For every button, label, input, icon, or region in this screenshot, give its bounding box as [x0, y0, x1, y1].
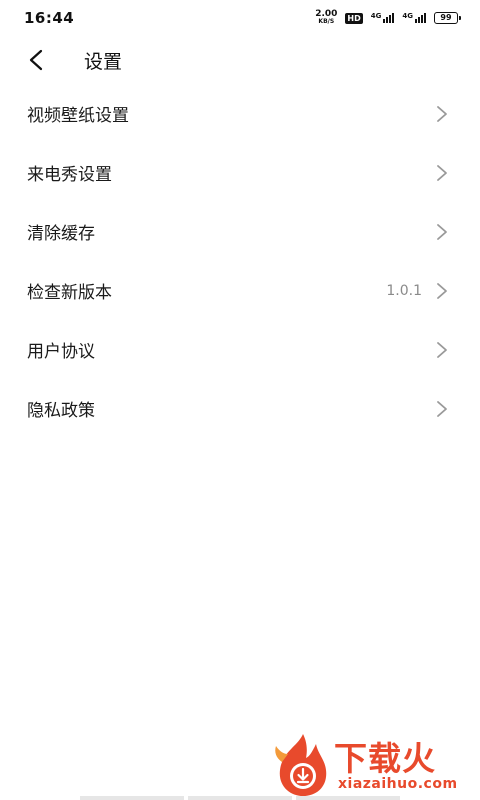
header: 设置: [0, 36, 480, 84]
sim1-network-type: 4G: [370, 12, 382, 20]
watermark-logo: 下载火 xiazaihuo.com: [272, 732, 472, 798]
setting-video-wallpaper[interactable]: 视频壁纸设置: [0, 84, 480, 143]
settings-screen: 16:44 2.00 KB/S HD 4G 4G 99 设置 视频壁纸设置 来电…: [0, 0, 480, 800]
watermark-domain: xiazaihuo.com: [338, 776, 458, 792]
version-number: 1.0.1: [386, 282, 422, 299]
status-bar: 16:44 2.00 KB/S HD 4G 4G 99: [0, 0, 480, 36]
settings-list: 视频壁纸设置 来电秀设置 清除缓存 检查新版本 1.0.1 用户协议 隐私政策: [0, 84, 480, 438]
battery-level: 99: [440, 13, 452, 22]
chevron-right-icon: [437, 282, 447, 299]
status-time: 16:44: [24, 9, 75, 27]
back-button[interactable]: [28, 36, 76, 84]
battery-icon: 99: [434, 12, 461, 24]
setting-user-agreement[interactable]: 用户协议: [0, 320, 480, 379]
hd-voice-icon: HD: [345, 12, 363, 24]
network-speed-unit: KB/S: [318, 18, 335, 25]
setting-label: 视频壁纸设置: [27, 106, 129, 126]
chevron-right-icon: [437, 223, 447, 240]
status-indicators: 2.00 KB/S HD 4G 4G 99: [315, 10, 461, 26]
flame-logo-icon: [275, 734, 327, 796]
setting-privacy-policy[interactable]: 隐私政策: [0, 379, 480, 438]
setting-caller-show[interactable]: 来电秀设置: [0, 143, 480, 202]
chevron-right-icon: [437, 400, 447, 417]
watermark-brand: 下载火: [334, 739, 436, 778]
back-arrow-icon: [29, 49, 43, 71]
setting-label: 检查新版本: [27, 283, 112, 303]
chevron-right-icon: [437, 341, 447, 358]
setting-label: 清除缓存: [27, 224, 95, 244]
chevron-right-icon: [437, 164, 447, 181]
network-speed-value: 2.00: [315, 9, 338, 19]
signal-sim2-icon: 4G: [402, 13, 426, 23]
setting-label: 用户协议: [27, 342, 95, 362]
page-title: 设置: [84, 50, 123, 73]
setting-label: 隐私政策: [27, 401, 95, 421]
signal-sim1-icon: 4G: [371, 13, 395, 23]
setting-clear-cache[interactable]: 清除缓存: [0, 202, 480, 261]
setting-label: 来电秀设置: [27, 165, 112, 185]
setting-check-update[interactable]: 检查新版本 1.0.1: [0, 261, 480, 320]
network-speed: 2.00 KB/S: [315, 10, 337, 26]
chevron-right-icon: [437, 105, 447, 122]
sim2-network-type: 4G: [402, 12, 413, 20]
